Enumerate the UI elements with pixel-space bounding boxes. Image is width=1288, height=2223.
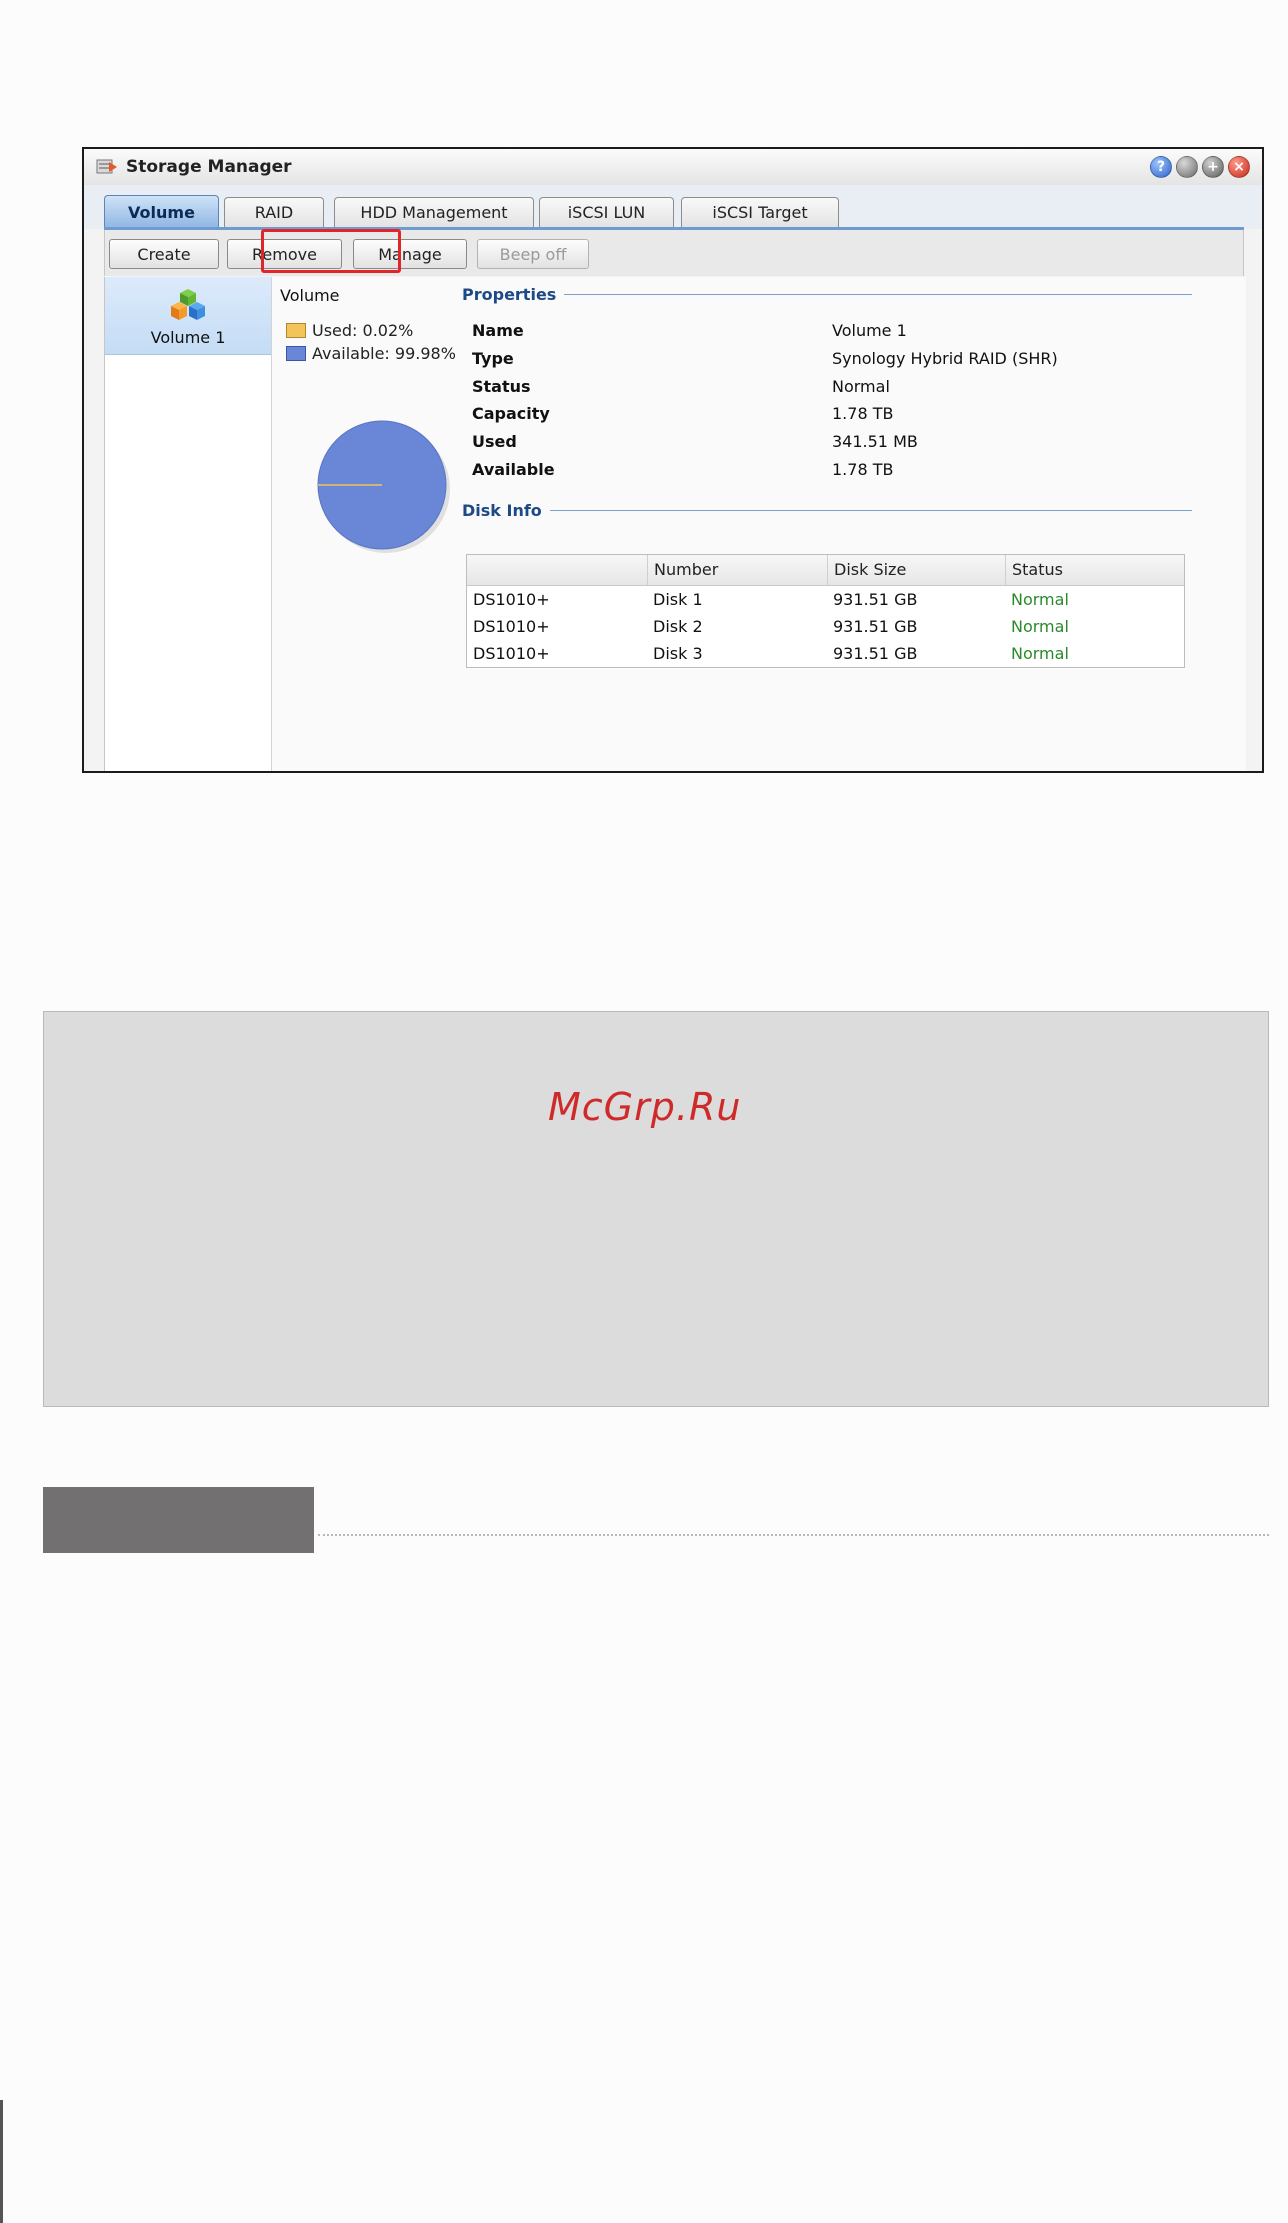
table-header: Number Disk Size Status — [467, 555, 1184, 586]
table-row[interactable]: DS1010+ Disk 1 931.51 GB Normal — [467, 586, 1184, 613]
col-header-status[interactable]: Status — [1005, 555, 1184, 585]
manage-button-highlight — [261, 229, 401, 273]
legend-available-label: Available: 99.98% — [312, 344, 456, 363]
page-edge-bar — [0, 2100, 3, 2223]
prop-key-capacity: Capacity — [472, 404, 550, 423]
tab-volume[interactable]: Volume — [104, 195, 219, 228]
details-panel: Properties Name Volume 1 Type Synology H… — [462, 277, 1246, 771]
close-icon[interactable]: × — [1228, 156, 1250, 178]
table-row[interactable]: DS1010+ Disk 2 931.51 GB Normal — [467, 613, 1184, 640]
prop-key-used: Used — [472, 432, 517, 451]
legend-swatch-available — [286, 346, 306, 361]
tab-raid[interactable]: RAID — [224, 197, 324, 227]
help-icon[interactable]: ? — [1150, 156, 1172, 178]
tab-iscsi-lun[interactable]: iSCSI LUN — [539, 197, 674, 227]
prop-key-status: Status — [472, 377, 531, 396]
cell-status: Normal — [1011, 617, 1069, 636]
cell-device: DS1010+ — [473, 617, 550, 636]
usage-panel: Volume Used: 0.02% Available: 99.98% — [272, 277, 462, 771]
cell-device: DS1010+ — [473, 590, 550, 609]
storage-manager-window: Storage Manager ? + × Volume RAID HDD Ma… — [82, 147, 1264, 773]
legend-used: Used: 0.02% — [286, 321, 413, 340]
cell-disk-size: 931.51 GB — [833, 590, 918, 609]
cell-number: Disk 1 — [653, 590, 703, 609]
legend-used-label: Used: 0.02% — [312, 321, 414, 340]
volume-list: Volume 1 — [104, 277, 273, 771]
sidebar-item-volume-1[interactable]: Volume 1 — [105, 277, 271, 355]
prop-value-capacity: 1.78 TB — [832, 404, 894, 423]
prop-value-name: Volume 1 — [832, 321, 907, 340]
prop-value-used: 341.51 MB — [832, 432, 918, 451]
cell-device: DS1010+ — [473, 644, 550, 663]
usage-pie-chart — [317, 420, 450, 553]
col-header-disk-size[interactable]: Disk Size — [827, 555, 1005, 585]
disk-info-heading: Disk Info — [462, 501, 1192, 520]
prop-key-type: Type — [472, 349, 514, 368]
col-header-number[interactable]: Number — [647, 555, 827, 585]
sidebar-item-label: Volume 1 — [150, 328, 226, 347]
window-title: Storage Manager — [126, 157, 292, 177]
window-titlebar[interactable]: Storage Manager ? + × — [84, 149, 1262, 186]
section-tab — [43, 1487, 314, 1553]
properties-heading-text: Properties — [462, 285, 557, 304]
prop-value-status: Normal — [832, 377, 890, 396]
legend-swatch-used — [286, 323, 306, 338]
prop-value-type: Synology Hybrid RAID (SHR) — [832, 349, 1058, 368]
cell-disk-size: 931.51 GB — [833, 644, 918, 663]
beep-off-button: Beep off — [477, 239, 589, 269]
maximize-icon[interactable]: + — [1202, 156, 1224, 178]
properties-heading: Properties — [462, 285, 1192, 304]
prop-key-available: Available — [472, 460, 555, 479]
cell-number: Disk 3 — [653, 644, 703, 663]
cell-number: Disk 2 — [653, 617, 703, 636]
tab-iscsi-target[interactable]: iSCSI Target — [681, 197, 839, 227]
volume-cubes-icon — [171, 289, 205, 320]
disk-info-heading-text: Disk Info — [462, 501, 542, 520]
disk-info-table: Number Disk Size Status DS1010+ Disk 1 9… — [466, 554, 1185, 668]
prop-value-available: 1.78 TB — [832, 460, 894, 479]
minimize-icon[interactable] — [1176, 156, 1198, 178]
section-divider — [318, 1534, 1269, 1536]
tab-hdd-management[interactable]: HDD Management — [334, 197, 534, 227]
prop-key-name: Name — [472, 321, 524, 340]
create-button[interactable]: Create — [109, 239, 219, 269]
legend-available: Available: 99.98% — [286, 344, 456, 363]
col-header-device[interactable] — [467, 555, 647, 585]
note-box — [43, 1011, 1269, 1407]
cell-status: Normal — [1011, 590, 1069, 609]
table-row[interactable]: DS1010+ Disk 3 931.51 GB Normal — [467, 640, 1184, 667]
cell-status: Normal — [1011, 644, 1069, 663]
cell-disk-size: 931.51 GB — [833, 617, 918, 636]
watermark: McGrp.Ru — [548, 1085, 742, 1129]
window-controls: ? + × — [1150, 156, 1250, 178]
storage-manager-app-icon — [96, 159, 117, 174]
usage-title: Volume — [280, 286, 340, 305]
